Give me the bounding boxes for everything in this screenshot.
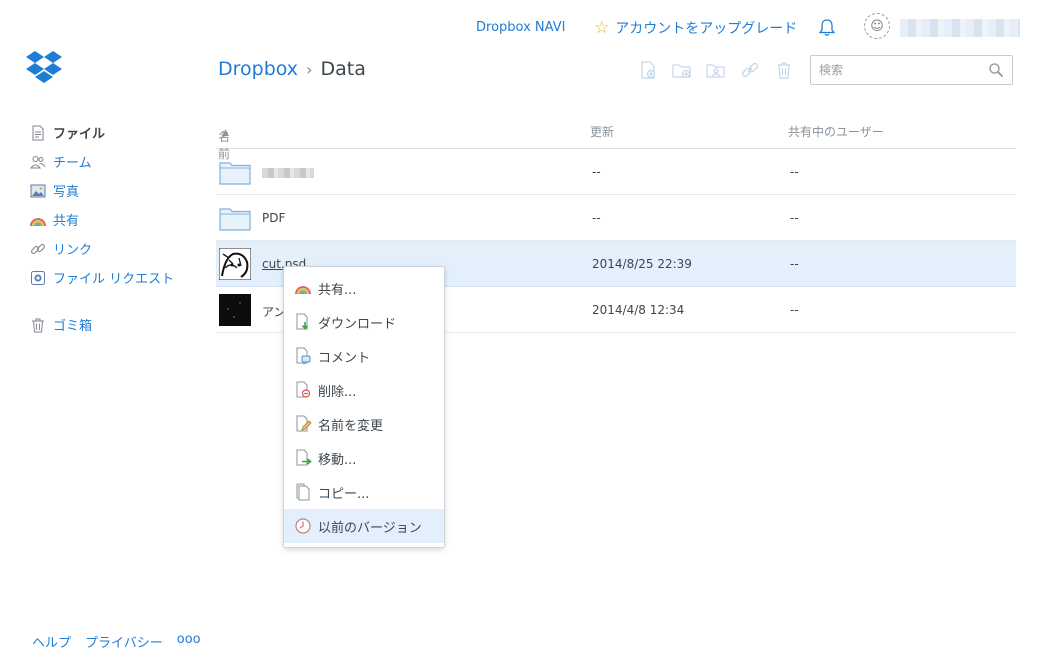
image-thumbnail — [219, 294, 251, 326]
sidebar-item-label: 写真 — [53, 185, 80, 200]
file-shared-with: -- — [790, 165, 799, 179]
sidebar-item-team[interactable]: チーム — [30, 147, 210, 176]
avatar[interactable]: ☺ — [864, 13, 890, 39]
download-icon — [294, 313, 312, 331]
breadcrumb: Dropbox › Data — [218, 58, 366, 80]
menu-item-label: 名前を変更 — [318, 418, 384, 434]
account-name-obscured[interactable] — [900, 19, 1020, 37]
new-file-icon[interactable] — [638, 60, 658, 80]
file-modified: -- — [592, 211, 601, 225]
new-folder-icon[interactable] — [672, 60, 692, 80]
image-thumbnail — [218, 247, 252, 281]
footer-links: ヘルプ プライバシー ooo — [32, 632, 201, 651]
sidebar-item-links[interactable]: リンク — [30, 234, 210, 263]
rename-icon — [294, 415, 312, 433]
folder-icon — [219, 202, 251, 234]
sidebar-item-photos[interactable]: 写真 — [30, 176, 210, 205]
menu-item-label: 共有... — [318, 282, 357, 298]
menu-item-move[interactable]: 移動... — [284, 441, 444, 475]
folder-icon — [219, 156, 251, 188]
sidebar-item-sharing[interactable]: 共有 — [30, 205, 210, 234]
chevron-right-icon: › — [306, 59, 313, 79]
link-icon — [30, 241, 46, 257]
menu-item-delete[interactable]: 削除... — [284, 373, 444, 407]
menu-item-label: コメント — [318, 350, 371, 366]
file-shared-with: -- — [790, 303, 799, 317]
menu-item-comment[interactable]: コメント — [284, 339, 444, 373]
table-header: 名前 ▲ 更新 共有中のユーザー — [216, 118, 1016, 161]
menu-item-label: 削除... — [318, 384, 357, 400]
menu-item-label: 移動... — [318, 452, 357, 468]
team-icon — [30, 154, 46, 170]
delete-tool-icon[interactable] — [774, 60, 794, 80]
file-shared-with: -- — [790, 257, 799, 271]
table-row[interactable]: PDF -- -- — [216, 195, 1016, 241]
privacy-link[interactable]: プライバシー — [85, 632, 163, 651]
search-box — [810, 55, 1013, 85]
top-bar: Dropbox NAVI ☆ アカウントをアップグレード ☺ — [0, 0, 1040, 56]
dropbox-navi-link[interactable]: Dropbox NAVI — [476, 20, 565, 35]
menu-item-label: コピー... — [318, 486, 370, 502]
menu-item-rename[interactable]: 名前を変更 — [284, 407, 444, 441]
table-row[interactable]: -- -- — [216, 149, 1016, 195]
file-icon — [30, 125, 46, 141]
search-icon[interactable] — [988, 62, 1004, 78]
sidebar-item-label: ファイル — [53, 127, 106, 142]
copy-icon — [294, 483, 312, 501]
file-name[interactable]: アン — [262, 303, 286, 320]
file-modified: 2014/8/25 22:39 — [592, 257, 692, 271]
previous-version-icon — [294, 517, 312, 535]
sort-ascending-icon: ▲ — [222, 128, 229, 138]
link-tool-icon[interactable] — [740, 60, 760, 80]
sidebar-item-label: ゴミ箱 — [53, 319, 93, 334]
breadcrumb-current: Data — [320, 58, 366, 80]
trash-icon — [30, 317, 46, 333]
photo-icon — [30, 183, 46, 199]
file-toolbar — [638, 60, 794, 80]
search-input[interactable] — [819, 63, 988, 77]
sidebar-item-label: 共有 — [53, 214, 80, 229]
sidebar-item-label: ファイル リクエスト — [53, 272, 175, 287]
file-request-icon — [30, 270, 46, 286]
file-context-menu: 共有... ダウンロード コメント 削除... 名前を変更 移動... コピー.… — [283, 266, 445, 548]
file-name-obscured[interactable] — [262, 165, 314, 179]
sidebar: ファイル チーム 写真 共有 リンク ファイル リクエスト ゴミ箱 — [30, 118, 210, 339]
file-shared-with: -- — [790, 211, 799, 225]
sidebar-item-label: リンク — [53, 243, 93, 258]
menu-item-previous-versions[interactable]: 以前のバージョン — [284, 509, 444, 543]
menu-item-copy[interactable]: コピー... — [284, 475, 444, 509]
sidebar-item-trash[interactable]: ゴミ箱 — [30, 310, 210, 339]
sidebar-item-file-requests[interactable]: ファイル リクエスト — [30, 263, 210, 292]
more-menu-link[interactable]: ooo — [177, 632, 201, 651]
menu-item-share[interactable]: 共有... — [284, 271, 444, 305]
menu-item-download[interactable]: ダウンロード — [284, 305, 444, 339]
menu-item-label: ダウンロード — [318, 316, 397, 332]
dropbox-logo[interactable] — [26, 50, 62, 84]
sidebar-item-label: チーム — [53, 156, 92, 171]
file-modified: 2014/4/8 12:34 — [592, 303, 685, 317]
shared-folder-icon[interactable] — [706, 60, 726, 80]
delete-icon — [294, 381, 312, 399]
file-name[interactable]: PDF — [262, 211, 285, 225]
column-header-modified[interactable]: 更新 — [590, 123, 614, 140]
column-header-shared-with[interactable]: 共有中のユーザー — [788, 123, 884, 140]
share-icon — [30, 212, 46, 228]
upgrade-account-link[interactable]: ☆ アカウントをアップグレード — [594, 18, 797, 38]
sidebar-item-files[interactable]: ファイル — [30, 118, 210, 147]
notification-bell-icon[interactable] — [818, 18, 836, 38]
comment-icon — [294, 347, 312, 365]
share-rainbow-icon — [294, 279, 312, 297]
upgrade-label: アカウントをアップグレード — [615, 21, 798, 37]
menu-item-label: 以前のバージョン — [318, 520, 422, 536]
star-icon: ☆ — [594, 18, 610, 38]
help-link[interactable]: ヘルプ — [32, 632, 71, 651]
move-icon — [294, 449, 312, 467]
file-modified: -- — [592, 165, 601, 179]
breadcrumb-root-link[interactable]: Dropbox — [218, 58, 298, 80]
